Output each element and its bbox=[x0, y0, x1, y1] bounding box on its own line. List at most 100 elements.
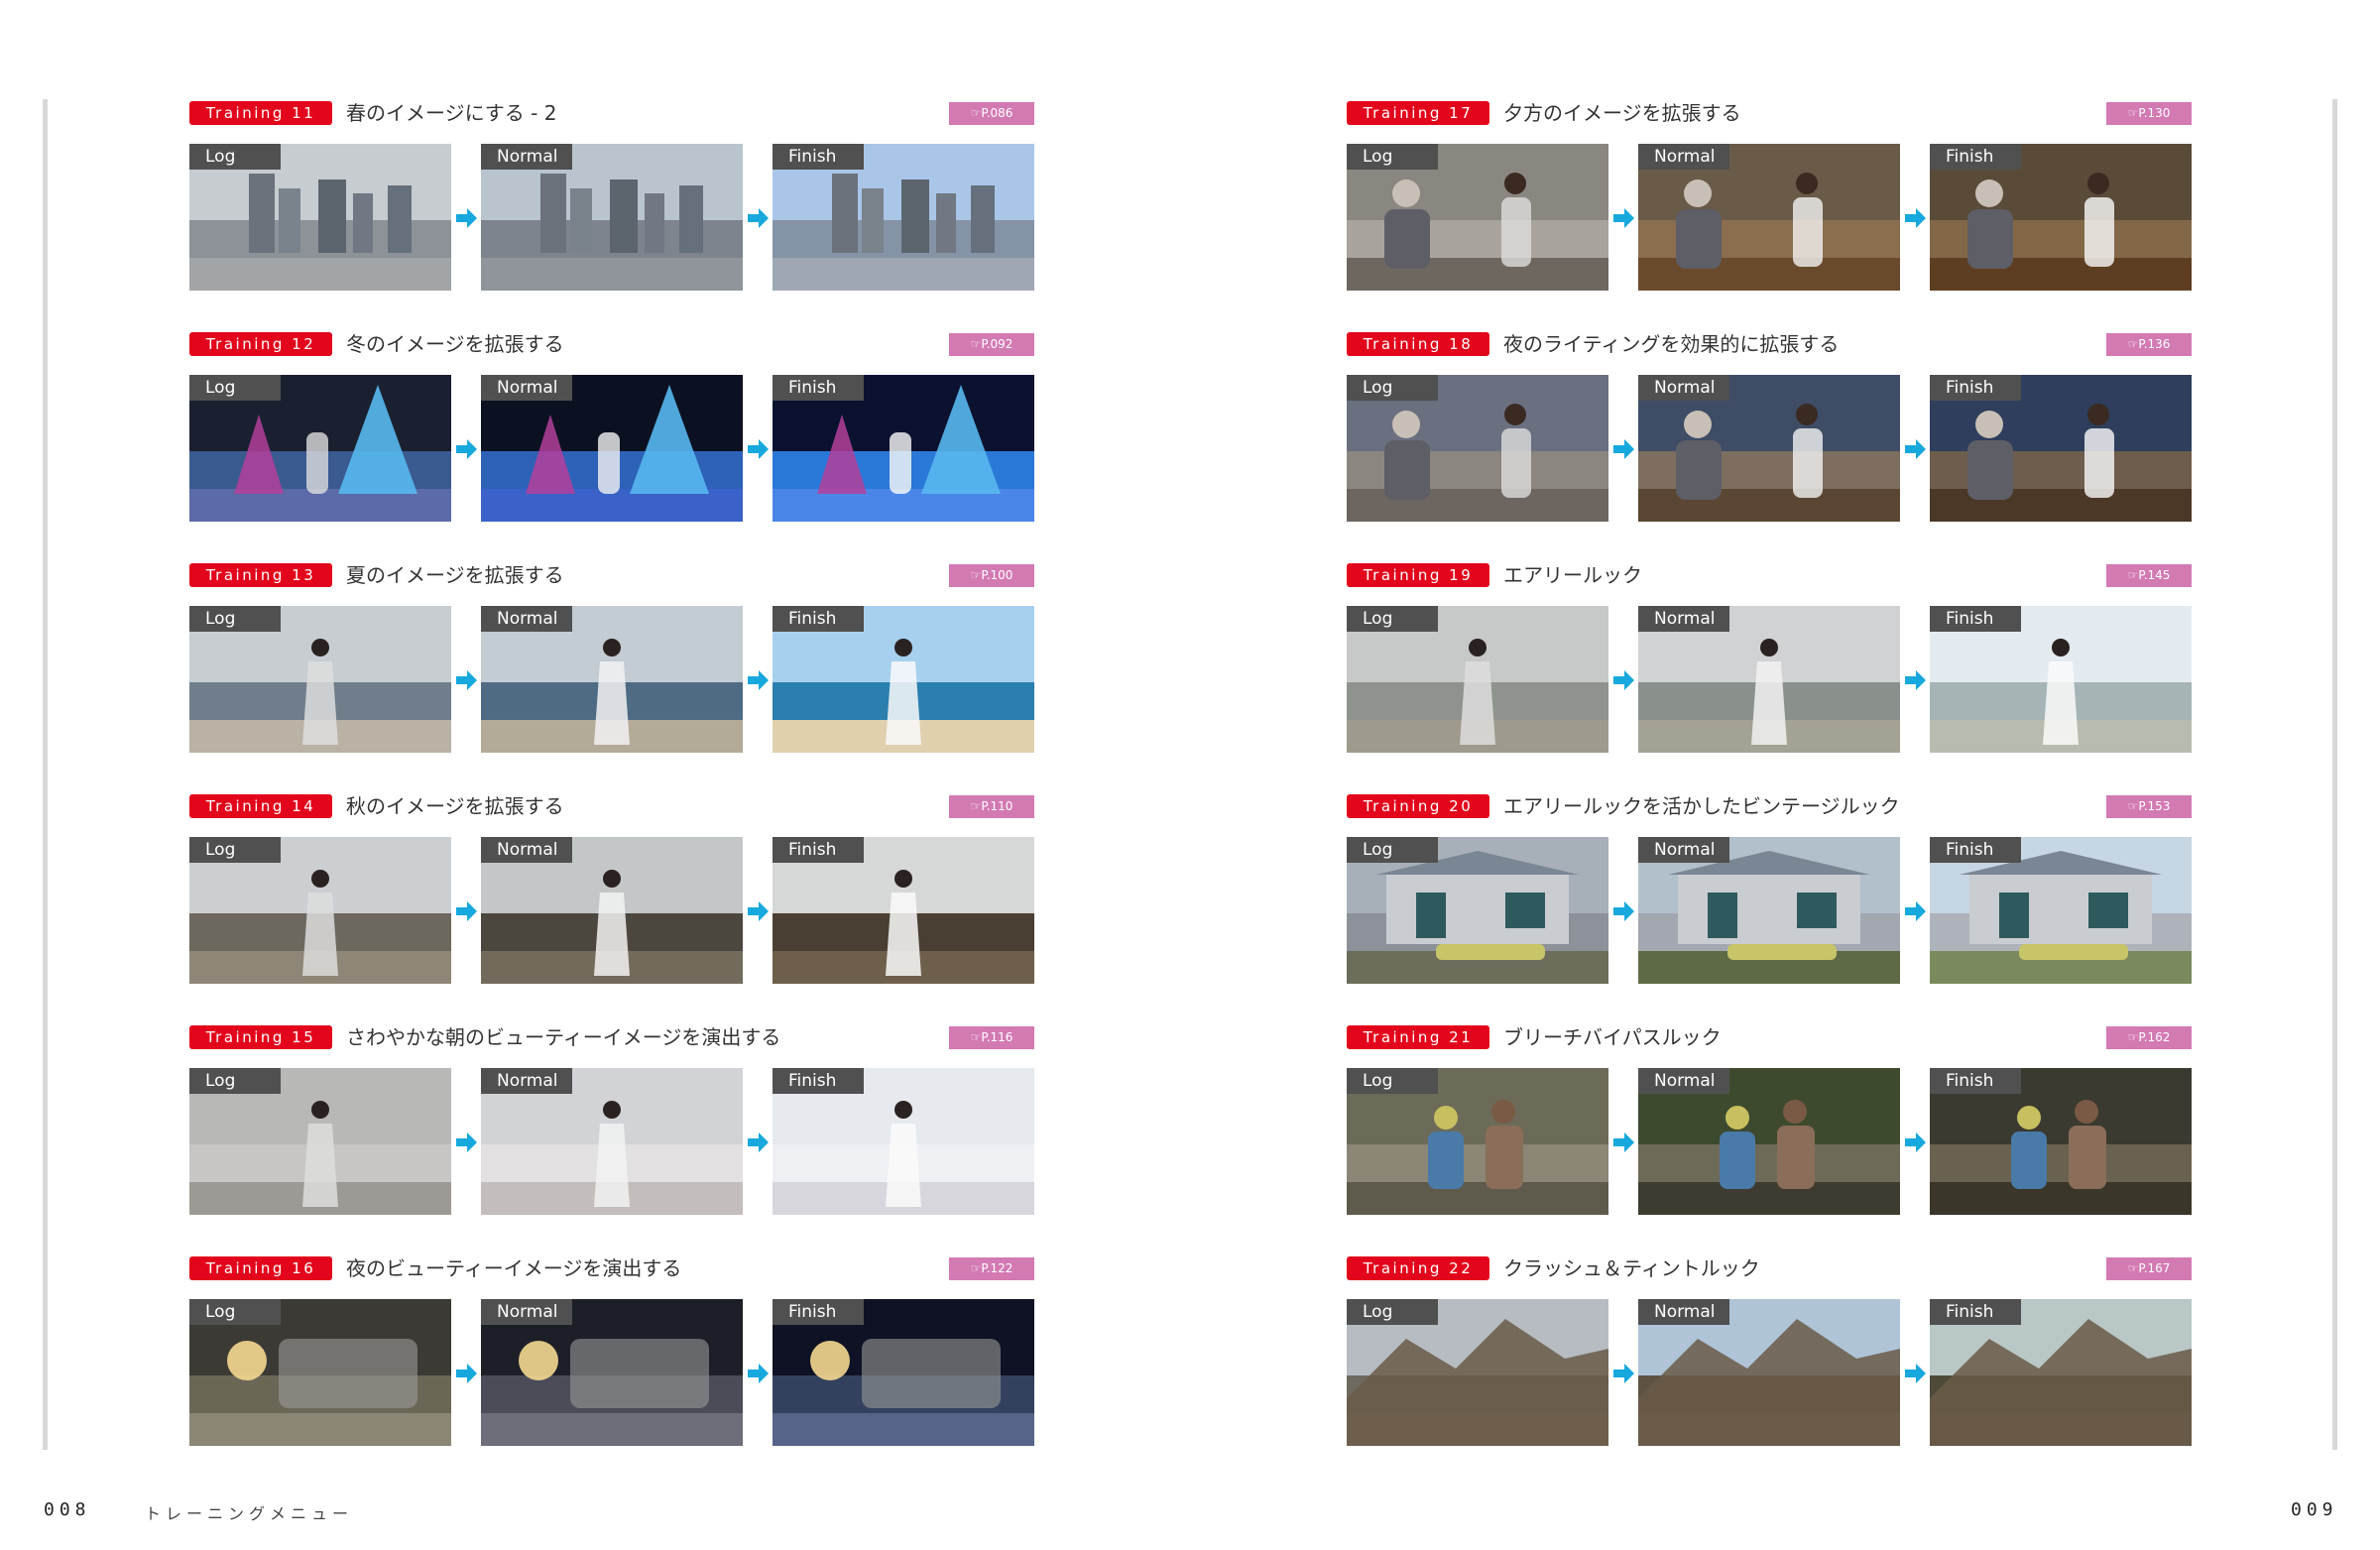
frame-normal: Normal bbox=[481, 1299, 743, 1446]
frame-finish: Finish bbox=[1930, 375, 2192, 522]
training-entry: Training 20 エアリールックを活かしたビンテージルック ☞P.153 Log… bbox=[1347, 792, 2192, 987]
stage-label: Finish bbox=[773, 1068, 864, 1094]
running-head: トレーニングメニュー bbox=[145, 1504, 354, 1523]
arrow-right-icon bbox=[1905, 208, 1926, 228]
training-entry: Training 16 夜のビューティーイメージを演出する ☞P.122 Log Nor… bbox=[189, 1254, 1034, 1449]
frame-log: Log bbox=[1347, 1299, 1608, 1446]
training-entry: Training 22 クラッシュ＆ティントルック ☞P.167 Log Normal F… bbox=[1347, 1254, 2192, 1449]
arrow-right-icon bbox=[1905, 1133, 1926, 1152]
frame-log: Log bbox=[1347, 1068, 1608, 1215]
frame-log: Log bbox=[1347, 837, 1608, 984]
page-reference: ☞P.086 bbox=[949, 102, 1034, 125]
page-reference: ☞P.130 bbox=[2106, 102, 2192, 125]
training-badge: Training 15 bbox=[189, 1025, 332, 1049]
page-reference: ☞P.145 bbox=[2106, 564, 2192, 587]
left-page-edge bbox=[43, 99, 48, 1450]
arrow-right-icon bbox=[748, 208, 769, 228]
training-badge: Training 21 bbox=[1347, 1025, 1489, 1049]
stage-label: Log bbox=[189, 606, 281, 632]
frame-finish: Finish bbox=[773, 606, 1034, 753]
stage-label: Finish bbox=[1930, 837, 2021, 863]
stage-label: Normal bbox=[1638, 375, 1729, 401]
frame-finish: Finish bbox=[1930, 606, 2192, 753]
training-title: 夕方のイメージを拡張する bbox=[1503, 101, 1741, 125]
training-entry: Training 11 春のイメージにする - 2 ☞P.086 Log Normal F… bbox=[189, 99, 1034, 294]
page-reference: ☞P.167 bbox=[2106, 1257, 2192, 1280]
frame-log: Log bbox=[189, 1068, 451, 1215]
stage-label: Finish bbox=[773, 375, 864, 401]
training-title: ブリーチバイパスルック bbox=[1503, 1025, 1722, 1049]
page-reference: ☞P.100 bbox=[949, 564, 1034, 587]
left-page-number: 008 bbox=[44, 1499, 91, 1520]
stage-label: Normal bbox=[1638, 606, 1729, 632]
training-badge: Training 22 bbox=[1347, 1256, 1489, 1280]
training-badge: Training 19 bbox=[1347, 563, 1489, 587]
arrow-right-icon bbox=[748, 670, 769, 690]
stage-label: Finish bbox=[1930, 375, 2021, 401]
frame-normal: Normal bbox=[481, 837, 743, 984]
arrow-right-icon bbox=[1905, 439, 1926, 459]
arrow-right-icon bbox=[456, 901, 477, 921]
stage-label: Normal bbox=[481, 1299, 572, 1325]
arrow-right-icon bbox=[748, 1133, 769, 1152]
stage-label: Normal bbox=[481, 1068, 572, 1094]
stage-label: Finish bbox=[773, 1299, 864, 1325]
arrow-right-icon bbox=[1905, 901, 1926, 921]
page-reference: ☞P.162 bbox=[2106, 1026, 2192, 1049]
frame-normal: Normal bbox=[1638, 144, 1900, 291]
stage-label: Finish bbox=[1930, 1068, 2021, 1094]
training-entry: Training 19 エアリールック ☞P.145 Log Normal Finish bbox=[1347, 561, 2192, 756]
stage-label: Log bbox=[189, 1068, 281, 1094]
right-page-edge bbox=[2332, 99, 2337, 1450]
arrow-right-icon bbox=[1613, 208, 1634, 228]
arrow-right-icon bbox=[1905, 1364, 1926, 1383]
frame-log: Log bbox=[189, 606, 451, 753]
arrow-right-icon bbox=[456, 208, 477, 228]
training-title: 夏のイメージを拡張する bbox=[346, 563, 564, 587]
frame-finish: Finish bbox=[773, 837, 1034, 984]
training-badge: Training 13 bbox=[189, 563, 332, 587]
training-entry: Training 18 夜のライティングを効果的に拡張する ☞P.136 Log Nor… bbox=[1347, 330, 2192, 525]
frame-log: Log bbox=[189, 1299, 451, 1446]
frame-log: Log bbox=[189, 375, 451, 522]
frame-log: Log bbox=[189, 837, 451, 984]
stage-label: Finish bbox=[773, 606, 864, 632]
arrow-right-icon bbox=[1613, 1364, 1634, 1383]
frame-normal: Normal bbox=[481, 375, 743, 522]
arrow-right-icon bbox=[748, 901, 769, 921]
training-badge: Training 20 bbox=[1347, 794, 1489, 818]
frame-finish: Finish bbox=[1930, 837, 2192, 984]
page-reference: ☞P.122 bbox=[949, 1257, 1034, 1280]
stage-label: Log bbox=[189, 837, 281, 863]
stage-label: Log bbox=[1347, 606, 1438, 632]
stage-label: Log bbox=[189, 1299, 281, 1325]
frame-log: Log bbox=[1347, 144, 1608, 291]
page-reference: ☞P.116 bbox=[949, 1026, 1034, 1049]
frame-log: Log bbox=[189, 144, 451, 291]
frame-normal: Normal bbox=[1638, 837, 1900, 984]
stage-label: Normal bbox=[481, 606, 572, 632]
frame-finish: Finish bbox=[773, 144, 1034, 291]
arrow-right-icon bbox=[1613, 670, 1634, 690]
stage-label: Finish bbox=[1930, 144, 2021, 170]
stage-label: Normal bbox=[1638, 1299, 1729, 1325]
frame-finish: Finish bbox=[773, 1299, 1034, 1446]
training-title: エアリールックを活かしたビンテージルック bbox=[1503, 794, 1900, 818]
stage-label: Log bbox=[189, 375, 281, 401]
frame-normal: Normal bbox=[1638, 1068, 1900, 1215]
training-title: 冬のイメージを拡張する bbox=[346, 332, 564, 356]
frame-normal: Normal bbox=[481, 144, 743, 291]
arrow-right-icon bbox=[456, 439, 477, 459]
stage-label: Finish bbox=[773, 837, 864, 863]
stage-label: Finish bbox=[773, 144, 864, 170]
arrow-right-icon bbox=[1613, 1133, 1634, 1152]
stage-label: Normal bbox=[481, 837, 572, 863]
training-title: 夜のライティングを効果的に拡張する bbox=[1503, 332, 1840, 356]
training-entry: Training 14 秋のイメージを拡張する ☞P.110 Log Normal Fin… bbox=[189, 792, 1034, 987]
arrow-right-icon bbox=[1613, 901, 1634, 921]
arrow-right-icon bbox=[1905, 670, 1926, 690]
page-reference: ☞P.110 bbox=[949, 795, 1034, 818]
frame-finish: Finish bbox=[773, 375, 1034, 522]
frame-finish: Finish bbox=[1930, 144, 2192, 291]
frame-finish: Finish bbox=[773, 1068, 1034, 1215]
